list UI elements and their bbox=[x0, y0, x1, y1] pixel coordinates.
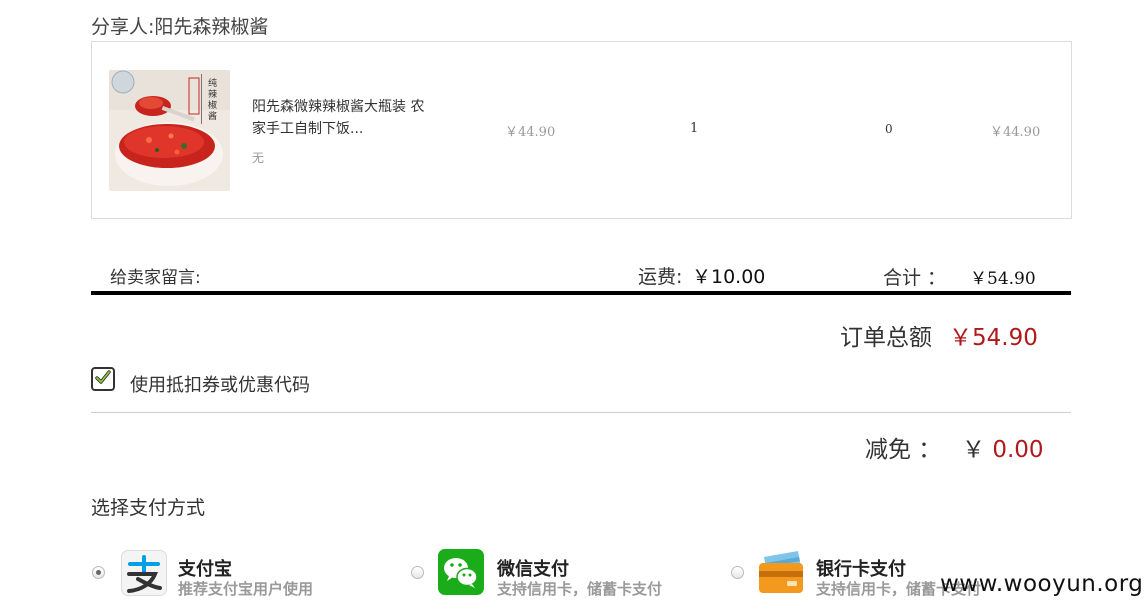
summary-divider bbox=[91, 291, 1071, 295]
alipay-icon[interactable] bbox=[121, 550, 167, 596]
quantity: 1 bbox=[690, 121, 699, 136]
reduction-value: ￥ 0.00 bbox=[962, 430, 1044, 464]
sharer-label: 分享人:阳先森辣椒酱 bbox=[91, 16, 269, 38]
wechat-pay-desc: 支持信用卡，储蓄卡支付 bbox=[497, 580, 663, 598]
wechat-pay-icon[interactable] bbox=[438, 549, 484, 595]
shipping-value: ￥10.00 bbox=[692, 266, 766, 288]
svg-text:辣: 辣 bbox=[208, 88, 217, 100]
checkmark-icon bbox=[95, 370, 111, 384]
total-value: ￥54.90 bbox=[970, 269, 1036, 289]
total-label: 合计 ： bbox=[883, 267, 947, 289]
item-discount: 0 bbox=[885, 122, 893, 136]
reduction-currency: ￥ bbox=[962, 437, 985, 463]
bank-card-radio[interactable] bbox=[731, 566, 744, 579]
chili-sauce-product-photo-icon: 纯 辣 椒 酱 bbox=[109, 70, 230, 191]
product-image[interactable]: 纯 辣 椒 酱 bbox=[109, 70, 230, 191]
svg-text:酱: 酱 bbox=[208, 110, 217, 122]
shipping-label: 运费: bbox=[638, 266, 683, 288]
reduction-amount: 0.00 bbox=[992, 437, 1044, 463]
product-spec: 无 bbox=[252, 151, 265, 165]
item-subtotal: ￥44.90 bbox=[990, 125, 1041, 140]
alipay-desc: 推荐支付宝用户使用 bbox=[178, 580, 314, 598]
coupon-label[interactable]: 使用抵扣券或优惠代码 bbox=[130, 371, 310, 397]
order-total-label: 订单总额 bbox=[840, 325, 932, 351]
reduction-label: 减免 ： bbox=[865, 437, 942, 463]
order-item-card: 纯 辣 椒 酱 阳先森微辣辣椒酱大瓶装 农家手工自制下饭... 无 ￥44.90… bbox=[91, 41, 1072, 219]
unit-price: ￥44.90 bbox=[505, 125, 556, 140]
bank-card-icon[interactable] bbox=[758, 549, 804, 595]
coupon-divider bbox=[91, 412, 1071, 413]
alipay-radio[interactable] bbox=[92, 566, 105, 579]
payment-method-title: 选择支付方式 bbox=[91, 497, 206, 519]
coupon-checkbox[interactable] bbox=[91, 367, 115, 391]
seller-message-label[interactable]: 给卖家留言: bbox=[110, 263, 201, 288]
order-total-value: ￥54.90 bbox=[949, 325, 1038, 351]
wechat-pay-radio[interactable] bbox=[411, 566, 424, 579]
svg-text:纯: 纯 bbox=[208, 77, 217, 89]
svg-text:椒: 椒 bbox=[208, 99, 217, 111]
product-title[interactable]: 阳先森微辣辣椒酱大瓶装 农家手工自制下饭... bbox=[252, 96, 427, 140]
watermark-text: www.wooyun.org bbox=[940, 571, 1144, 597]
